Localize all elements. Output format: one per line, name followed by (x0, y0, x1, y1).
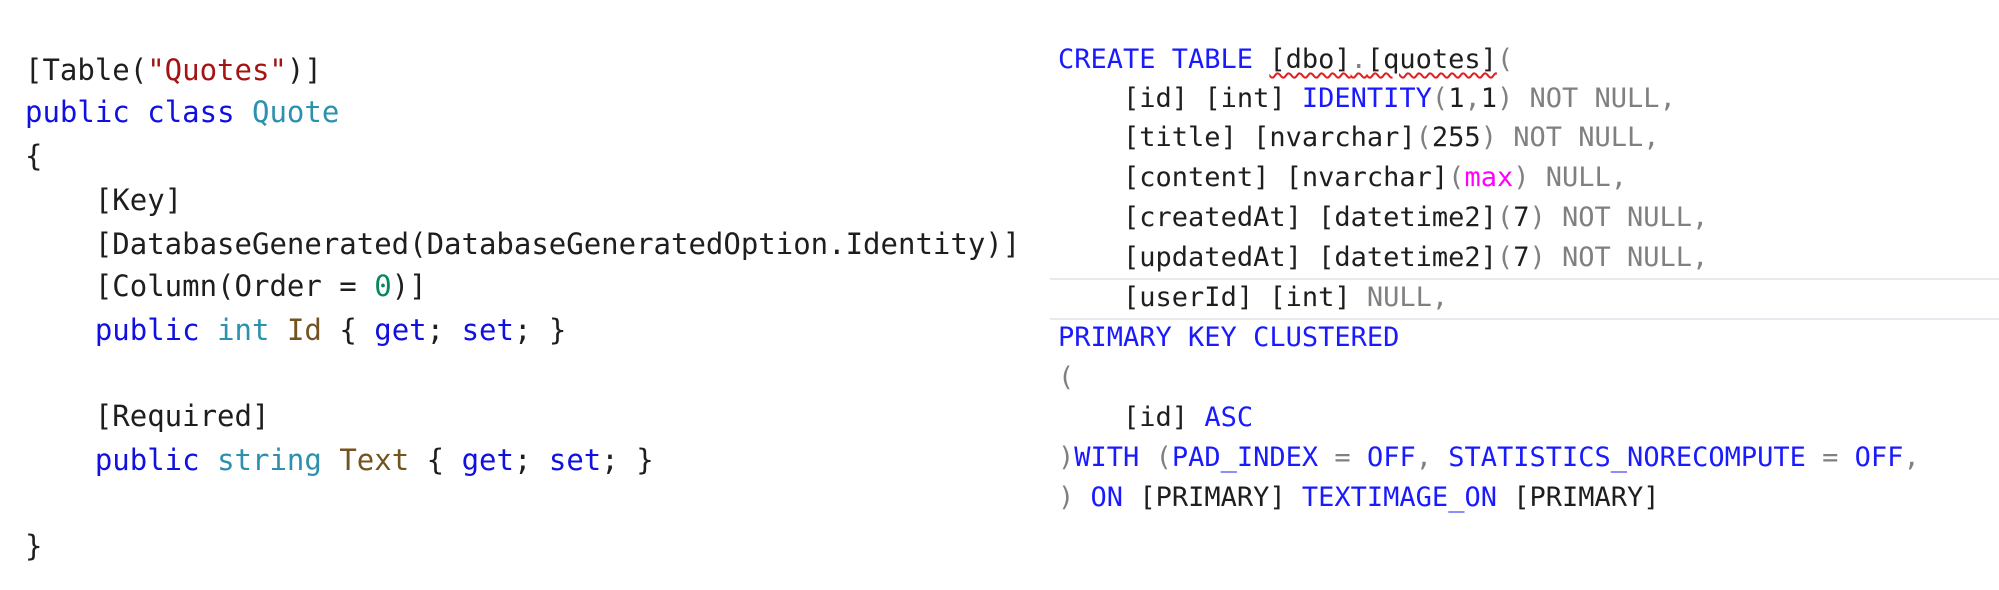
keyword-class: class (147, 95, 235, 129)
code-line-key-attribute: [Key] (25, 180, 182, 220)
property-name: Id (286, 313, 322, 347)
pad-index-option: PAD_INDEX (1171, 442, 1319, 473)
sql-line-content-column: [content] [nvarchar](max) NULL, (1123, 162, 1628, 193)
column-type: [nvarchar] (1253, 122, 1416, 153)
column-name: [id] (1123, 83, 1189, 114)
textimage-on-keyword: TEXTIMAGE_ON (1301, 482, 1497, 513)
database-generated-attribute: [DatabaseGenerated(DatabaseGeneratedOpti… (94, 227, 1021, 261)
max-function: max (1464, 162, 1514, 193)
not-null: NOT NULL (1561, 202, 1693, 233)
sql-line-on-primary: ) ON [PRIMARY] TEXTIMAGE_ON [PRIMARY] (1058, 482, 1660, 513)
paren: ( (1496, 44, 1514, 75)
brace-close: } (548, 313, 567, 347)
brace: { (25, 139, 43, 173)
code-line-id-property: public int Id { get; set; } (94, 313, 567, 347)
code-line-text-property: public string Text { get; set; } (94, 443, 654, 477)
sql-code-pane: CREATE TABLE [dbo].[quotes]( [id] [int] … (1050, 0, 1999, 590)
property-name: Text (339, 443, 410, 477)
class-name: Quote (252, 95, 340, 129)
property-type: string (217, 443, 322, 477)
sql-line-createdat-column: [createdAt] [datetime2](7) NOT NULL, (1123, 202, 1709, 233)
code-line-required-attribute: [Required] (25, 396, 270, 436)
csharp-code-pane: [Table("Quotes")] public class Quote { [… (0, 0, 1050, 590)
asc-keyword: ASC (1204, 402, 1254, 433)
table-name-string: "Quotes" (147, 53, 287, 87)
column-type: [datetime2] (1318, 202, 1497, 233)
identity-keyword: IDENTITY (1301, 83, 1432, 114)
code-line-class-declaration: public class Quote (25, 92, 339, 132)
not-null: NOT NULL (1529, 83, 1660, 114)
on-keyword: ON (1090, 482, 1124, 513)
code-line-column-attribute: [Column(Order = 0)] (25, 266, 427, 306)
sql-line-pk-column: [id] ASC (1058, 398, 1253, 438)
schema-name: [dbo] (1269, 44, 1351, 75)
not-null: NOT NULL (1513, 122, 1644, 153)
property-type: int (217, 313, 270, 347)
key-attribute: [Key] (94, 183, 183, 217)
brace: } (25, 529, 43, 563)
column-name: [updatedAt] (1123, 242, 1302, 273)
column-name: [title] (1123, 122, 1237, 153)
keyword-set: set (461, 313, 514, 347)
keyword-get: get (461, 443, 514, 477)
brace-close: } (636, 443, 654, 477)
code-line-table-attribute: [Table("Quotes")] (25, 50, 322, 90)
create-table-keyword: CREATE TABLE (1058, 44, 1254, 75)
with-keyword: WITH (1074, 442, 1140, 473)
sql-line-updatedat-column: [updatedAt] [datetime2](7) NOT NULL, (1123, 242, 1709, 273)
column-name: [createdAt] (1123, 202, 1302, 233)
column-type: [nvarchar] (1285, 162, 1449, 193)
sql-line-with-options: )WITH (PAD_INDEX = OFF, STATISTICS_NOREC… (1058, 442, 1920, 473)
sql-line-title-column: [title] [nvarchar](255) NOT NULL, (1123, 122, 1660, 153)
sql-line-userid-column: [userId] [int] NULL, (1123, 282, 1449, 313)
column-name: [content] (1123, 162, 1270, 193)
code-line-open-brace: { (25, 136, 42, 176)
column-name: [userId] (1123, 282, 1254, 313)
brace-open: { (426, 443, 445, 477)
column-type: [int] (1204, 83, 1286, 114)
sql-line-primary-key: PRIMARY KEY CLUSTERED (1058, 318, 1399, 358)
attr-open: [Table( (25, 53, 148, 87)
sql-line-open-paren: ( (1058, 362, 1075, 393)
filegroup-primary: [PRIMARY] (1139, 482, 1286, 513)
required-attribute: [Required] (94, 399, 270, 433)
keyword-set: set (548, 443, 602, 477)
table-name: [quotes] (1366, 44, 1497, 75)
code-line-database-generated-attribute: [DatabaseGenerated(DatabaseGeneratedOpti… (25, 224, 1020, 264)
not-null: NOT NULL (1561, 242, 1693, 273)
column-type: [int] (1269, 282, 1351, 313)
attr-close: )] (286, 53, 322, 87)
order-value: 0 (374, 269, 392, 303)
null: NULL (1366, 282, 1432, 313)
sql-line-create-table: CREATE TABLE [dbo].[quotes]( (1058, 40, 1513, 80)
sql-line-id-column: [id] [int] IDENTITY(1,1) NOT NULL, (1123, 83, 1676, 114)
dot: . (1350, 44, 1367, 75)
brace-open: { (339, 313, 357, 347)
code-line-close-brace: } (25, 526, 42, 566)
statistics-norecompute-option: STATISTICS_NORECOMPUTE (1448, 442, 1806, 473)
keyword-get: get (374, 313, 427, 347)
primary-key-keyword: PRIMARY KEY CLUSTERED (1058, 322, 1400, 353)
keyword-public: public (25, 95, 130, 129)
column-name: [id] (1123, 402, 1189, 433)
filegroup-primary: [PRIMARY] (1513, 482, 1660, 513)
keyword-public: public (94, 313, 200, 347)
keyword-public: public (94, 443, 200, 477)
attr-close: )] (391, 269, 427, 303)
attr-open: [Column(Order = (94, 269, 375, 303)
null: NULL (1545, 162, 1611, 193)
column-type: [datetime2] (1318, 242, 1497, 273)
